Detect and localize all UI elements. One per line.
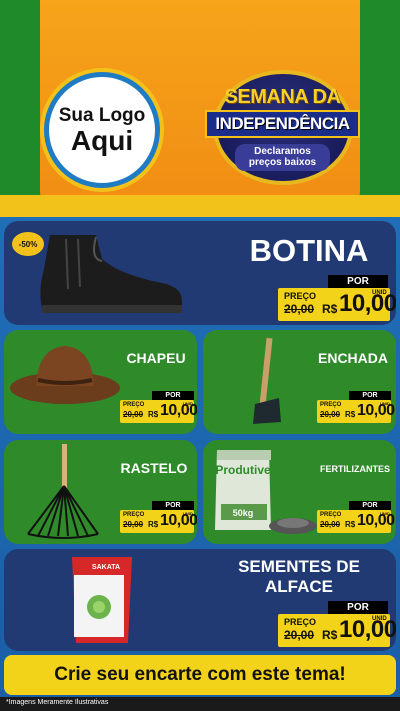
- seal-title-line2: INDEPENDÊNCIA: [205, 110, 360, 138]
- old-price: 20,00: [284, 628, 315, 642]
- unit-label: UNID: [380, 511, 390, 516]
- product-name: RASTELO: [120, 460, 188, 476]
- unit-label: UNID: [372, 616, 387, 622]
- price-tag: POR PREÇO 20,00 R$ 10,00 UNID: [317, 501, 395, 533]
- rake-icon: [27, 444, 99, 539]
- product-name: BOTINA: [249, 233, 369, 268]
- product-card-rastelo[interactable]: RASTELO POR PREÇO 20,00 R$ 10,00 UNID: [4, 440, 197, 544]
- currency: R$: [345, 410, 356, 419]
- por-label: POR: [328, 601, 388, 614]
- preco-label: PREÇO: [284, 617, 317, 627]
- product-card-botina[interactable]: -50% BOTINA POR PREÇO 20,00 R$ 10,00 UNI…: [4, 221, 396, 325]
- por-label: POR: [328, 275, 388, 288]
- product-name: FERTILIZANTES: [320, 464, 390, 474]
- unit-label: UNID: [380, 401, 390, 406]
- logo-line2: Aqui: [70, 125, 134, 156]
- currency: R$: [322, 628, 338, 642]
- seed-packet-icon: SAKATA: [72, 557, 132, 643]
- campaign-seal: SEMANA DA INDEPENDÊNCIA Declaramos preço…: [205, 70, 360, 185]
- packet-brand: SAKATA: [92, 564, 120, 571]
- product-name-line2: ALFACE: [265, 576, 333, 596]
- unit-label: UNID: [183, 401, 193, 406]
- price-tag: POR PREÇO 20,00 R$ 10,00 UNID: [278, 275, 396, 321]
- por-label: POR: [349, 391, 391, 400]
- product-card-chapeu[interactable]: CHAPEU POR PREÇO 20,00 R$ 10,00 UNID: [4, 330, 197, 434]
- hoe-icon: [253, 337, 281, 424]
- currency: R$: [148, 410, 159, 419]
- bag-brand: Produtive: [215, 463, 271, 477]
- price-tag: POR PREÇO 20,00 R$ 10,00 UNID: [120, 391, 197, 423]
- disclaimer: *Imagens Meramente Ilustrativas: [0, 697, 400, 711]
- price-value: 10,00: [339, 290, 396, 317]
- logo-placeholder[interactable]: Sua Logo Aqui: [44, 72, 160, 188]
- product-name: SEMENTES DE ALFACE: [214, 557, 384, 596]
- product-card-fertilizantes[interactable]: Produtive 50kg FERTILIZANTES POR PREÇO 2…: [203, 440, 396, 544]
- bag-weight: 50kg: [233, 508, 254, 518]
- preco-label: PREÇO: [284, 291, 317, 301]
- unit-label: UNID: [183, 511, 193, 516]
- preco-label: PREÇO: [123, 402, 145, 408]
- old-price: 20,00: [320, 520, 341, 529]
- preco-label: PREÇO: [320, 402, 342, 408]
- currency: R$: [148, 520, 159, 529]
- unit-label: UNID: [372, 290, 387, 296]
- currency: R$: [345, 520, 356, 529]
- old-price: 20,00: [123, 520, 144, 529]
- boot-icon: [40, 235, 183, 313]
- price-value: 10,00: [339, 616, 396, 643]
- preco-label: PREÇO: [123, 512, 145, 518]
- old-price: 20,00: [284, 302, 315, 316]
- seal-tagline: Declaramos preços baixos: [235, 144, 330, 171]
- por-label: POR: [152, 501, 194, 510]
- old-price: 20,00: [320, 410, 341, 419]
- price-tag: POR PREÇO 20,00 R$ 10,00 UNID: [278, 601, 396, 647]
- seal-title-line1: SEMANA DA: [224, 86, 341, 108]
- cta-banner[interactable]: Crie seu encarte com este tema!: [4, 655, 396, 695]
- product-name-line1: SEMENTES DE: [238, 557, 360, 576]
- price-tag: POR PREÇO 20,00 R$ 10,00 UNID: [317, 391, 395, 423]
- hat-icon: [10, 346, 120, 404]
- fertilizer-bag-icon: Produtive 50kg: [215, 450, 317, 534]
- por-label: POR: [152, 391, 194, 400]
- currency: R$: [322, 302, 338, 316]
- logo-line1: Sua Logo: [58, 105, 146, 126]
- product-name: ENCHADA: [318, 350, 388, 366]
- product-name: CHAPEU: [126, 350, 186, 366]
- price-tag: POR PREÇO 20,00 R$ 10,00 UNID: [120, 501, 197, 533]
- preco-label: PREÇO: [320, 512, 342, 518]
- product-card-enchada[interactable]: ENCHADA POR PREÇO 20,00 R$ 10,00 UNID: [203, 330, 396, 434]
- por-label: POR: [349, 501, 391, 510]
- product-card-sementes-alface[interactable]: SAKATA SEMENTES DE ALFACE POR PREÇO 20,0…: [4, 549, 396, 651]
- old-price: 20,00: [123, 410, 144, 419]
